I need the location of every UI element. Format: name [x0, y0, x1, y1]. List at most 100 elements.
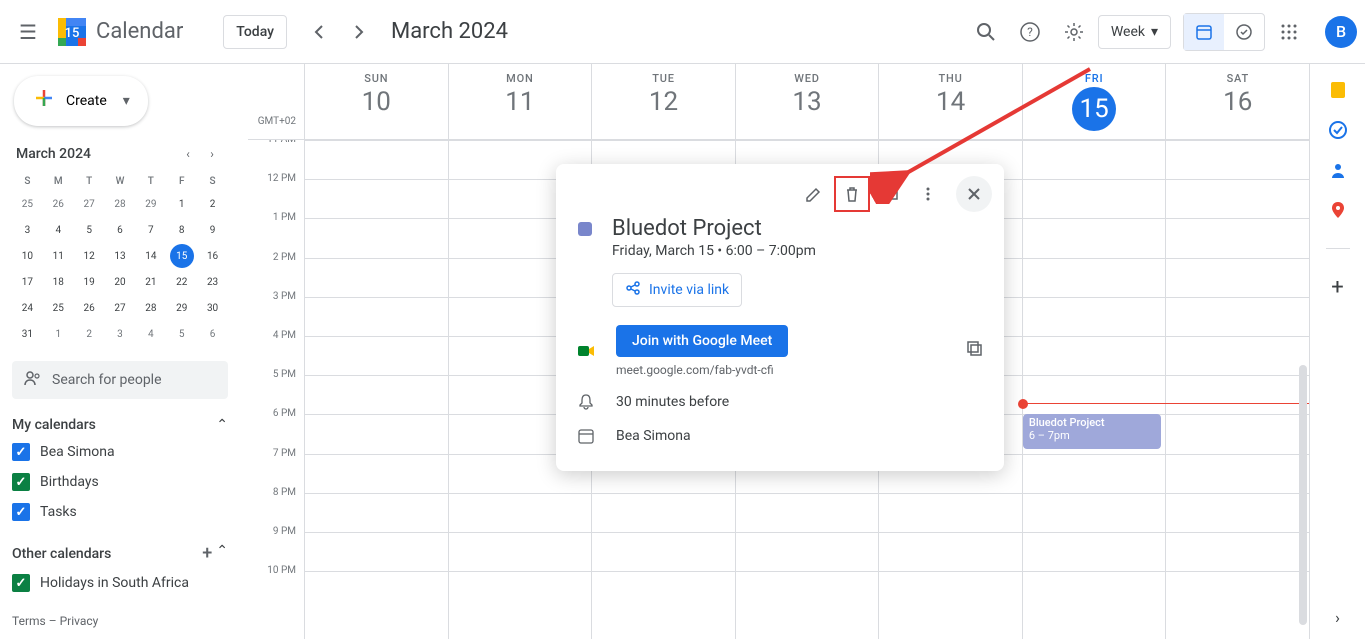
main-menu-button[interactable]: ☰ [8, 12, 48, 52]
mini-cal-day[interactable]: 28 [108, 192, 132, 216]
mini-cal-day[interactable]: 11 [46, 244, 70, 268]
day-column[interactable]: Bluedot Project6 – 7pm [1022, 140, 1166, 639]
mini-cal-day[interactable]: 5 [170, 322, 194, 346]
calendar-view-button[interactable] [1184, 14, 1224, 50]
event-options-button[interactable] [910, 176, 946, 212]
mini-cal-day[interactable]: 27 [77, 192, 101, 216]
mini-cal-day[interactable]: 4 [139, 322, 163, 346]
scrollbar[interactable] [1297, 145, 1309, 639]
calendar-item[interactable]: ✓ Holidays in South Africa [12, 568, 228, 598]
mini-cal-day[interactable]: 4 [46, 218, 70, 242]
mini-cal-day[interactable]: 23 [201, 270, 225, 294]
mini-cal-day[interactable]: 15 [170, 244, 194, 268]
privacy-link[interactable]: Privacy [60, 614, 99, 628]
join-meet-button[interactable]: Join with Google Meet [616, 325, 788, 357]
mini-cal-day[interactable]: 21 [139, 270, 163, 294]
mini-cal-day[interactable]: 25 [46, 296, 70, 320]
event-block[interactable]: Bluedot Project6 – 7pm [1023, 414, 1162, 449]
checkbox[interactable]: ✓ [12, 443, 30, 461]
mini-cal-day[interactable]: 6 [108, 218, 132, 242]
mini-cal-day[interactable]: 7 [139, 218, 163, 242]
share-icon [625, 280, 641, 300]
mini-cal-day[interactable]: 26 [46, 192, 70, 216]
checkbox[interactable]: ✓ [12, 574, 30, 592]
mini-cal-day[interactable]: 12 [77, 244, 101, 268]
day-header[interactable]: THU14 [878, 64, 1022, 139]
mini-cal-day[interactable]: 1 [46, 322, 70, 346]
day-header[interactable]: FRI15 [1022, 64, 1166, 139]
mini-cal-day[interactable]: 25 [15, 192, 39, 216]
add-calendar-button[interactable]: + [202, 543, 212, 564]
tasks-icon[interactable] [1328, 120, 1348, 140]
profile-avatar[interactable]: B [1325, 16, 1357, 48]
mini-cal-day[interactable]: 14 [139, 244, 163, 268]
invite-via-link-button[interactable]: Invite via link [612, 273, 742, 307]
settings-button[interactable] [1054, 12, 1094, 52]
day-header[interactable]: SAT16 [1165, 64, 1309, 139]
mini-cal-day[interactable]: 8 [170, 218, 194, 242]
edit-event-button[interactable] [796, 176, 832, 212]
mini-cal-day[interactable]: 31 [15, 322, 39, 346]
calendar-item[interactable]: ✓Tasks [12, 497, 228, 527]
checkbox[interactable]: ✓ [12, 503, 30, 521]
email-guests-button[interactable] [872, 176, 908, 212]
mini-cal-day[interactable]: 10 [15, 244, 39, 268]
today-button[interactable]: Today [223, 15, 287, 49]
next-week-button[interactable] [339, 12, 379, 52]
checkbox[interactable]: ✓ [12, 473, 30, 491]
keep-icon[interactable] [1328, 80, 1348, 100]
mini-cal-day[interactable]: 1 [170, 192, 194, 216]
mini-cal-day[interactable]: 24 [15, 296, 39, 320]
view-selector[interactable]: Week▾ [1098, 15, 1171, 49]
mini-cal-day[interactable]: 16 [201, 244, 225, 268]
search-button[interactable] [966, 12, 1006, 52]
day-header[interactable]: MON11 [448, 64, 592, 139]
mini-cal-day[interactable]: 9 [201, 218, 225, 242]
day-header[interactable]: WED13 [735, 64, 879, 139]
copy-link-button[interactable] [966, 340, 984, 362]
day-column[interactable] [304, 140, 448, 639]
calendar-item[interactable]: ✓Bea Simona [12, 437, 228, 467]
maps-icon[interactable] [1328, 200, 1348, 220]
terms-link[interactable]: Terms [12, 614, 46, 628]
day-column[interactable] [1165, 140, 1309, 639]
other-calendars-header[interactable]: Other calendars + ⌃ [12, 539, 228, 568]
calendar-item[interactable]: ✓Birthdays [12, 467, 228, 497]
mini-cal-day[interactable]: 29 [139, 192, 163, 216]
mini-cal-day[interactable]: 3 [108, 322, 132, 346]
mini-cal-day[interactable]: 26 [77, 296, 101, 320]
mini-cal-day[interactable]: 29 [170, 296, 194, 320]
contacts-icon[interactable] [1328, 160, 1348, 180]
my-calendars-header[interactable]: My calendars ⌃ [12, 413, 228, 437]
mini-cal-day[interactable]: 22 [170, 270, 194, 294]
mini-cal-day[interactable]: 3 [15, 218, 39, 242]
help-button[interactable]: ? [1010, 12, 1050, 52]
mini-cal-prev-button[interactable]: ‹ [176, 142, 200, 166]
meet-icon [576, 341, 596, 361]
mini-cal-day[interactable]: 5 [77, 218, 101, 242]
calendar-label: Holidays in South Africa [40, 575, 189, 591]
create-button[interactable]: Create ▾ [14, 76, 148, 126]
delete-event-button[interactable] [834, 176, 870, 212]
mini-cal-day[interactable]: 30 [201, 296, 225, 320]
mini-cal-next-button[interactable]: › [200, 142, 224, 166]
prev-week-button[interactable] [299, 12, 339, 52]
add-addon-button[interactable]: + [1328, 277, 1348, 297]
mini-cal-day[interactable]: 18 [46, 270, 70, 294]
mini-cal-day[interactable]: 27 [108, 296, 132, 320]
mini-cal-day[interactable]: 6 [201, 322, 225, 346]
mini-cal-day[interactable]: 2 [201, 192, 225, 216]
search-people-input[interactable]: Search for people [12, 361, 228, 399]
close-popover-button[interactable] [956, 176, 992, 212]
mini-cal-day[interactable]: 19 [77, 270, 101, 294]
day-header[interactable]: SUN10 [304, 64, 448, 139]
mini-cal-day[interactable]: 28 [139, 296, 163, 320]
tasks-view-button[interactable] [1224, 14, 1264, 50]
day-header[interactable]: TUE12 [591, 64, 735, 139]
collapse-panel-button[interactable]: › [1328, 607, 1348, 627]
apps-button[interactable] [1269, 12, 1309, 52]
mini-cal-day[interactable]: 13 [108, 244, 132, 268]
mini-cal-day[interactable]: 2 [77, 322, 101, 346]
mini-cal-day[interactable]: 17 [15, 270, 39, 294]
mini-cal-day[interactable]: 20 [108, 270, 132, 294]
